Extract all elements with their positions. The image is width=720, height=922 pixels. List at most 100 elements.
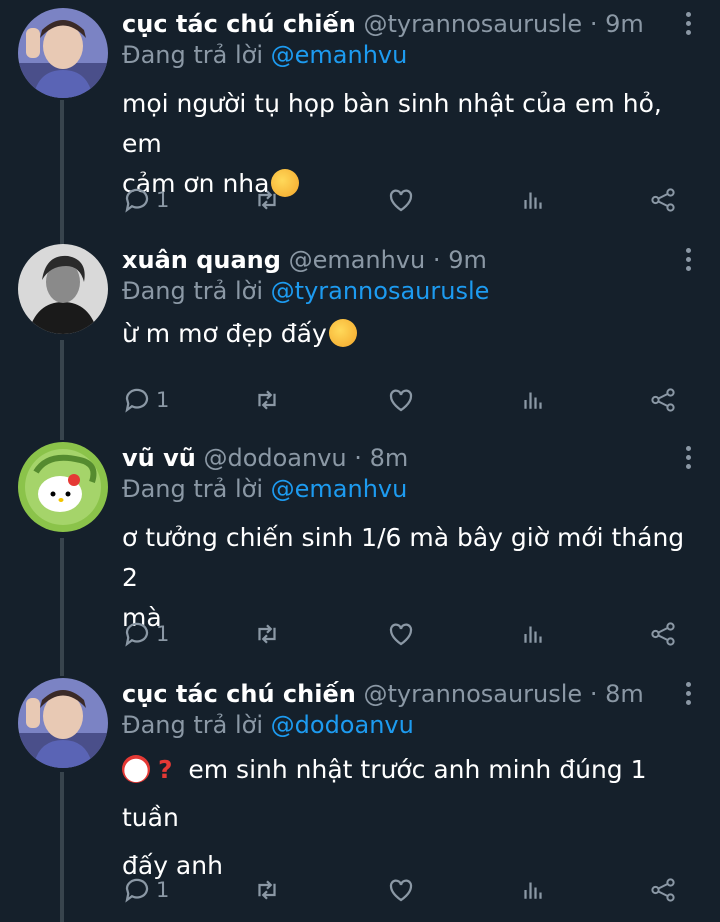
- timestamp[interactable]: 8m: [605, 680, 644, 708]
- share-button[interactable]: [648, 616, 678, 652]
- heart-icon: [389, 189, 413, 212]
- red-question-mark-icon: ?: [157, 755, 173, 784]
- share-button[interactable]: [648, 382, 678, 418]
- analytics-icon: [524, 626, 542, 643]
- tweet-actions: 1: [122, 616, 682, 652]
- more-options-icon[interactable]: [682, 8, 694, 42]
- retweet-icon: [258, 390, 276, 410]
- user-avatar[interactable]: [18, 442, 108, 532]
- tweet-content: xuân quang @emanhvu · 9m Đang trả lời @t…: [122, 244, 700, 354]
- like-button[interactable]: [386, 382, 416, 418]
- reply-count: 1: [156, 188, 170, 212]
- like-button[interactable]: [386, 182, 416, 218]
- reply-count: 1: [156, 622, 170, 646]
- display-name[interactable]: cục tác chú chiến: [122, 680, 356, 708]
- tweet-content: cục tác chú chiến @tyrannosaurusle · 8m …: [122, 678, 700, 890]
- replying-to-handle[interactable]: @tyrannosaurusle: [271, 277, 490, 305]
- reply-button[interactable]: 1: [122, 182, 169, 218]
- tweet-header: cục tác chú chiến @tyrannosaurusle · 8m: [122, 678, 700, 710]
- retweet-icon: [258, 880, 276, 900]
- replying-to: Đang trả lời @emanhvu: [122, 40, 700, 70]
- analytics-button[interactable]: [518, 382, 548, 418]
- display-name[interactable]: xuân quang: [122, 246, 281, 274]
- like-button[interactable]: [386, 872, 416, 908]
- replying-to: Đang trả lời @emanhvu: [122, 474, 700, 504]
- reply-button[interactable]: 1: [122, 872, 169, 908]
- timestamp[interactable]: 9m: [448, 246, 487, 274]
- tweet-actions: 1: [122, 382, 682, 418]
- retweet-icon: [258, 190, 276, 210]
- avatar-photo-icon: [18, 678, 108, 768]
- user-avatar[interactable]: [18, 244, 108, 334]
- tweet-header: cục tác chú chiến @tyrannosaurusle · 9m: [122, 8, 700, 40]
- reply-icon: [125, 388, 149, 413]
- tweet-text: ? em sinh nhật trước anh minh đúng 1 tuầ…: [122, 746, 700, 890]
- reply-count: 1: [156, 878, 170, 902]
- share-icon: [651, 622, 675, 646]
- display-name[interactable]: cục tác chú chiến: [122, 10, 356, 38]
- tweet-text: ừ m mơ đẹp đấy: [122, 314, 700, 354]
- more-options-icon[interactable]: [682, 442, 694, 476]
- replying-to-handle[interactable]: @emanhvu: [271, 41, 408, 69]
- separator-dot: ·: [589, 10, 598, 38]
- replying-to-handle[interactable]: @emanhvu: [271, 475, 408, 503]
- share-icon: [651, 878, 675, 902]
- share-button[interactable]: [648, 182, 678, 218]
- tweet-content: cục tác chú chiến @tyrannosaurusle · 9m …: [122, 8, 700, 204]
- user-handle[interactable]: @tyrannosaurusle: [363, 680, 582, 708]
- replying-to-label: Đang trả lời: [122, 41, 264, 69]
- kissing-face-emoji-icon: [328, 319, 357, 347]
- separator-dot: ·: [354, 444, 362, 472]
- analytics-icon: [524, 192, 542, 209]
- timestamp[interactable]: 8m: [370, 444, 409, 472]
- tweet-content: vũ vũ @dodoanvu · 8m Đang trả lời @emanh…: [122, 442, 700, 638]
- user-handle[interactable]: @dodoanvu: [203, 444, 346, 472]
- share-icon: [651, 188, 675, 212]
- heart-icon: [389, 389, 413, 412]
- user-avatar[interactable]: [18, 678, 108, 768]
- user-handle[interactable]: @tyrannosaurusle: [363, 10, 582, 38]
- analytics-button[interactable]: [518, 872, 548, 908]
- tweet-text-content: em sinh nhật trước anh minh đúng 1 tuần …: [122, 755, 647, 880]
- display-name[interactable]: vũ vũ: [122, 444, 196, 472]
- tweet[interactable]: cục tác chú chiến @tyrannosaurusle · 8m …: [0, 678, 720, 880]
- reply-button[interactable]: 1: [122, 382, 169, 418]
- replying-to-label: Đang trả lời: [122, 711, 264, 739]
- tweet-header: xuân quang @emanhvu · 9m: [122, 244, 700, 276]
- more-options-icon[interactable]: [682, 678, 694, 712]
- replying-to-handle[interactable]: @dodoanvu: [271, 711, 414, 739]
- reply-icon: [125, 188, 149, 213]
- heart-icon: [389, 879, 413, 902]
- retweet-button[interactable]: [252, 182, 282, 218]
- share-icon: [651, 388, 675, 412]
- user-avatar[interactable]: [18, 8, 108, 98]
- analytics-icon: [524, 392, 542, 409]
- replying-to-label: Đang trả lời: [122, 277, 264, 305]
- retweet-button[interactable]: [252, 616, 282, 652]
- separator-dot: ·: [589, 680, 598, 708]
- tweet-actions: 1: [122, 872, 682, 908]
- timestamp[interactable]: 9m: [605, 10, 644, 38]
- hello-kitty-avatar-icon: [18, 442, 108, 532]
- reply-icon: [125, 622, 149, 647]
- reply-button[interactable]: 1: [122, 616, 169, 652]
- retweet-button[interactable]: [252, 872, 282, 908]
- user-handle[interactable]: @emanhvu: [289, 246, 426, 274]
- replying-to: Đang trả lời @dodoanvu: [122, 710, 700, 740]
- like-button[interactable]: [386, 616, 416, 652]
- avatar-photo-icon: [18, 244, 108, 334]
- replying-to-label: Đang trả lời: [122, 475, 264, 503]
- separator-dot: ·: [432, 246, 441, 274]
- tweet-thread: cục tác chú chiến @tyrannosaurusle · 9m …: [0, 0, 720, 922]
- tweet-text-content: ừ m mơ đẹp đấy: [122, 319, 327, 348]
- retweet-button[interactable]: [252, 382, 282, 418]
- analytics-button[interactable]: [518, 182, 548, 218]
- analytics-button[interactable]: [518, 616, 548, 652]
- replying-to: Đang trả lời @tyrannosaurusle: [122, 276, 700, 306]
- clown-face-emoji-icon: [122, 755, 150, 783]
- more-options-icon[interactable]: [682, 244, 694, 278]
- avatar-photo-icon: [18, 8, 108, 98]
- share-button[interactable]: [648, 872, 678, 908]
- reply-count: 1: [156, 388, 170, 412]
- tweet-actions: 1: [122, 182, 682, 218]
